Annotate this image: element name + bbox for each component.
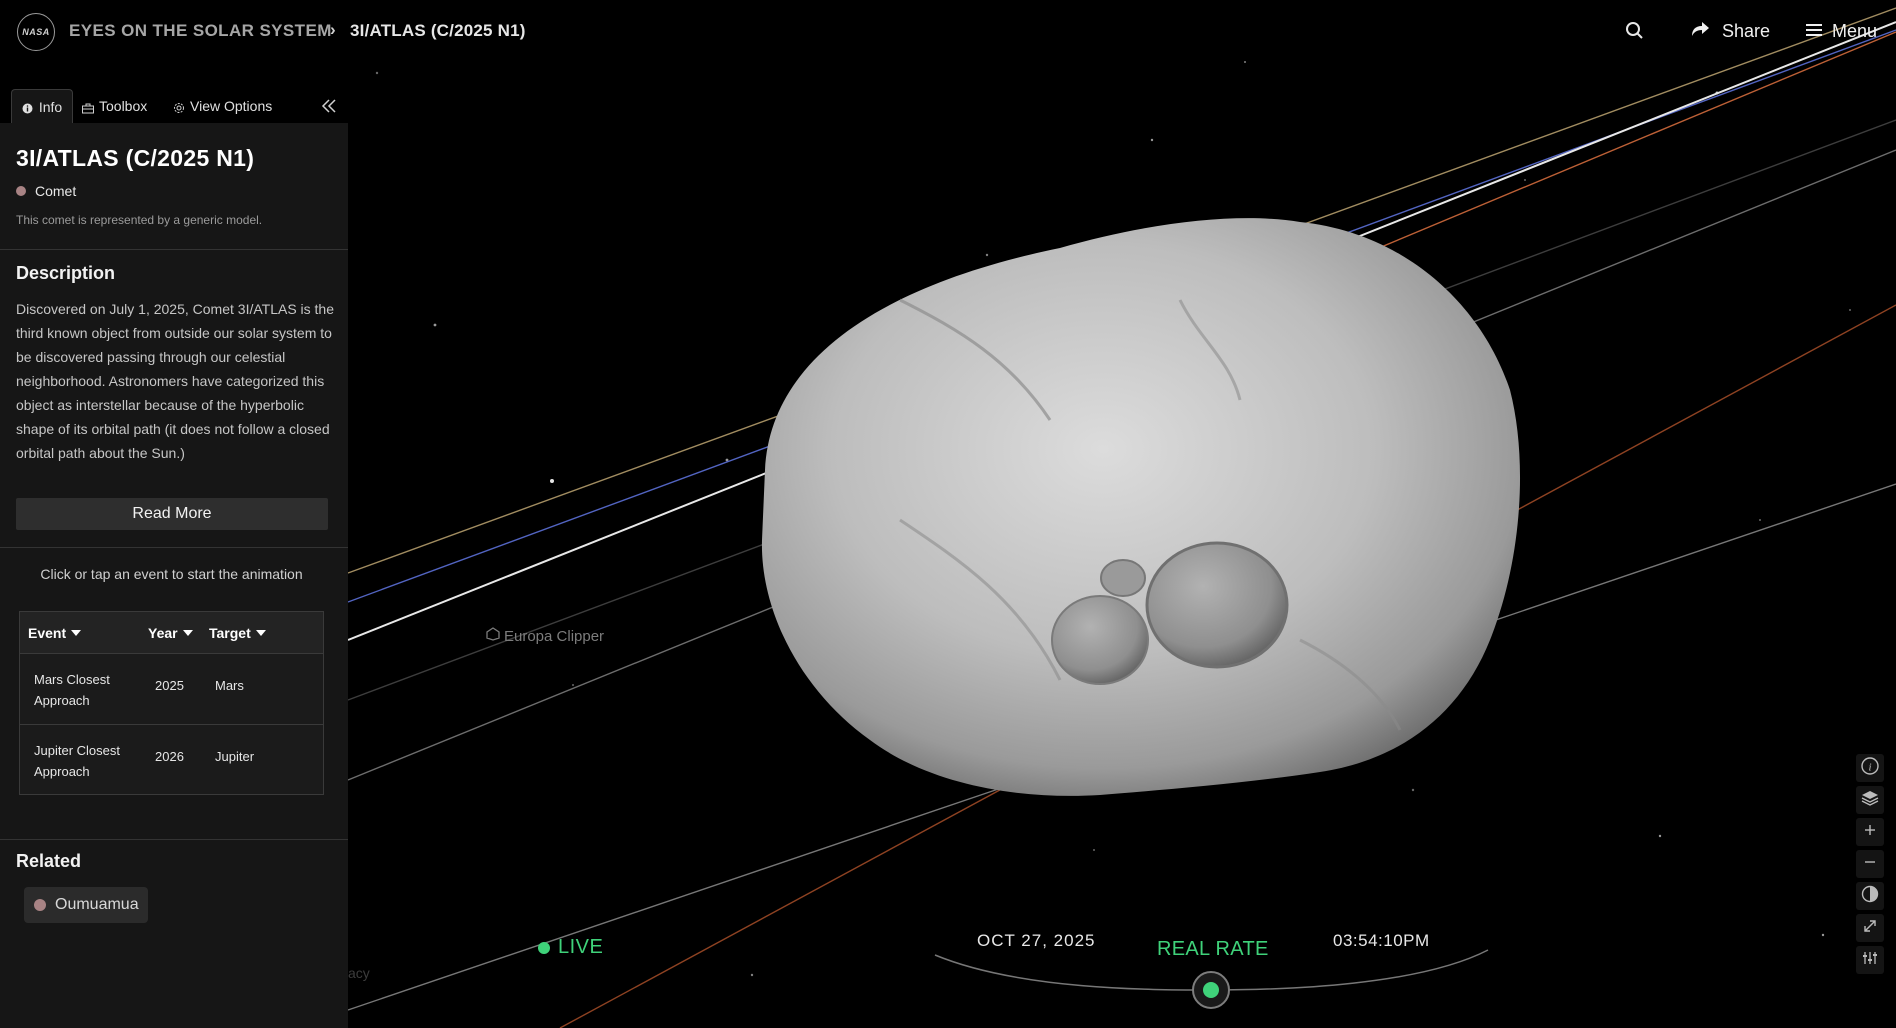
gear-icon <box>173 101 184 113</box>
scene-label-text: Europa Clipper <box>504 627 605 645</box>
contrast-icon <box>1860 884 1880 909</box>
info-icon <box>22 101 33 114</box>
breadcrumb-separator: › <box>330 20 336 39</box>
plus-icon <box>1862 822 1878 843</box>
collapse-sidebar-button[interactable] <box>320 97 338 115</box>
share-icon <box>1690 20 1710 43</box>
tab-view-options[interactable]: View Options <box>173 89 272 123</box>
expand-icon <box>1861 917 1879 940</box>
sliders-icon <box>1861 949 1879 972</box>
model-note: This comet is represented by a generic m… <box>16 213 263 227</box>
tab-view-options-label: View Options <box>190 98 273 114</box>
related-item-label: Oumuamua <box>55 896 139 913</box>
scene-label-europa-clipper[interactable]: Europa Clipper <box>486 627 604 645</box>
info-sidebar: Info Toolbox View Options 3I/ATLAS (C/20… <box>0 87 348 1028</box>
event-year: 2026 <box>155 749 184 764</box>
breadcrumb-home-link[interactable]: EYES ON THE SOLAR SYSTEM <box>69 21 332 41</box>
read-more-button[interactable]: Read More <box>16 498 328 530</box>
tab-toolbox-label: Toolbox <box>99 98 148 114</box>
current-time[interactable]: 03:54:10PM <box>1333 931 1430 951</box>
sort-caret-icon <box>71 630 82 636</box>
fullscreen-button[interactable] <box>1856 914 1884 942</box>
sort-caret-icon <box>182 630 193 636</box>
tab-info[interactable]: Info <box>11 89 73 123</box>
rate-knob-indicator <box>1203 982 1219 998</box>
column-header-target[interactable]: Target <box>209 625 266 641</box>
double-chevron-left-icon <box>320 99 338 119</box>
hamburger-icon <box>1806 21 1822 42</box>
search-button[interactable] <box>1623 19 1647 43</box>
top-bar: NASA EYES ON THE SOLAR SYSTEM › 3I/ATLAS… <box>0 0 1896 62</box>
events-table: Event Year Target Mars Closest Approach … <box>19 611 324 795</box>
event-year: 2025 <box>155 678 184 693</box>
tab-toolbox[interactable]: Toolbox <box>82 89 147 123</box>
sidebar-tabs: Info Toolbox View Options <box>0 87 348 123</box>
event-name: Jupiter Closest Approach <box>34 743 120 779</box>
description-text: Discovered on July 1, 2025, Comet 3I/ATL… <box>16 301 335 461</box>
current-date[interactable]: OCT 27, 2025 <box>977 931 1095 951</box>
events-table-header: Event Year Target <box>20 612 323 654</box>
comet-type-dot-icon <box>16 186 26 196</box>
divider <box>0 547 348 548</box>
time-rate-slider-handle[interactable] <box>1192 971 1230 1009</box>
related-heading: Related <box>16 851 82 871</box>
menu-button[interactable]: Menu <box>1806 17 1877 45</box>
event-target: Mars <box>215 678 244 693</box>
column-header-event[interactable]: Event <box>28 625 82 641</box>
object-type: Comet <box>16 183 76 199</box>
column-header-year[interactable]: Year <box>148 625 193 641</box>
info-circle-icon: i <box>1860 756 1880 781</box>
live-dot-icon <box>538 941 550 954</box>
settings-sliders-button[interactable] <box>1856 946 1884 974</box>
events-hint: Click or tap an event to start the anima… <box>40 566 303 582</box>
info-tool-button[interactable]: i <box>1856 754 1884 782</box>
search-icon <box>1623 22 1647 47</box>
related-item-oumuamua[interactable]: Oumuamua <box>24 887 148 923</box>
divider <box>0 839 348 840</box>
event-name: Mars Closest Approach <box>34 672 110 708</box>
share-button[interactable]: Share <box>1690 17 1770 45</box>
object-type-label: Comet <box>35 183 77 199</box>
event-target: Jupiter <box>215 749 255 764</box>
spacecraft-icon <box>486 627 500 645</box>
svg-text:i: i <box>1868 761 1871 773</box>
table-row[interactable]: Mars Closest Approach 2025 Mars <box>20 654 323 724</box>
table-row[interactable]: Jupiter Closest Approach 2026 Jupiter <box>20 724 323 794</box>
description-heading: Description <box>16 263 116 283</box>
toolbox-icon <box>82 101 94 113</box>
live-label: LIVE <box>558 936 604 958</box>
layers-button[interactable] <box>1856 786 1884 814</box>
zoom-out-button[interactable] <box>1856 850 1884 878</box>
live-button[interactable]: LIVE <box>538 936 603 959</box>
comet-type-dot-icon <box>34 899 46 911</box>
tab-info-label: Info <box>38 98 63 115</box>
lighting-toggle-button[interactable] <box>1856 882 1884 910</box>
scene-faint-label: acy <box>348 965 370 981</box>
divider <box>0 249 348 250</box>
zoom-in-button[interactable] <box>1856 818 1884 846</box>
object-title: 3I/ATLAS (C/2025 N1) <box>16 145 255 171</box>
sort-caret-icon <box>255 630 266 636</box>
share-label: Share <box>1722 20 1771 41</box>
layers-icon <box>1860 788 1880 813</box>
minus-icon <box>1862 854 1878 875</box>
nasa-logo[interactable]: NASA <box>17 13 55 51</box>
menu-label: Menu <box>1832 20 1878 41</box>
breadcrumb-current: 3I/ATLAS (C/2025 N1) <box>350 21 526 40</box>
time-rate-label[interactable]: REAL RATE <box>1157 938 1269 961</box>
